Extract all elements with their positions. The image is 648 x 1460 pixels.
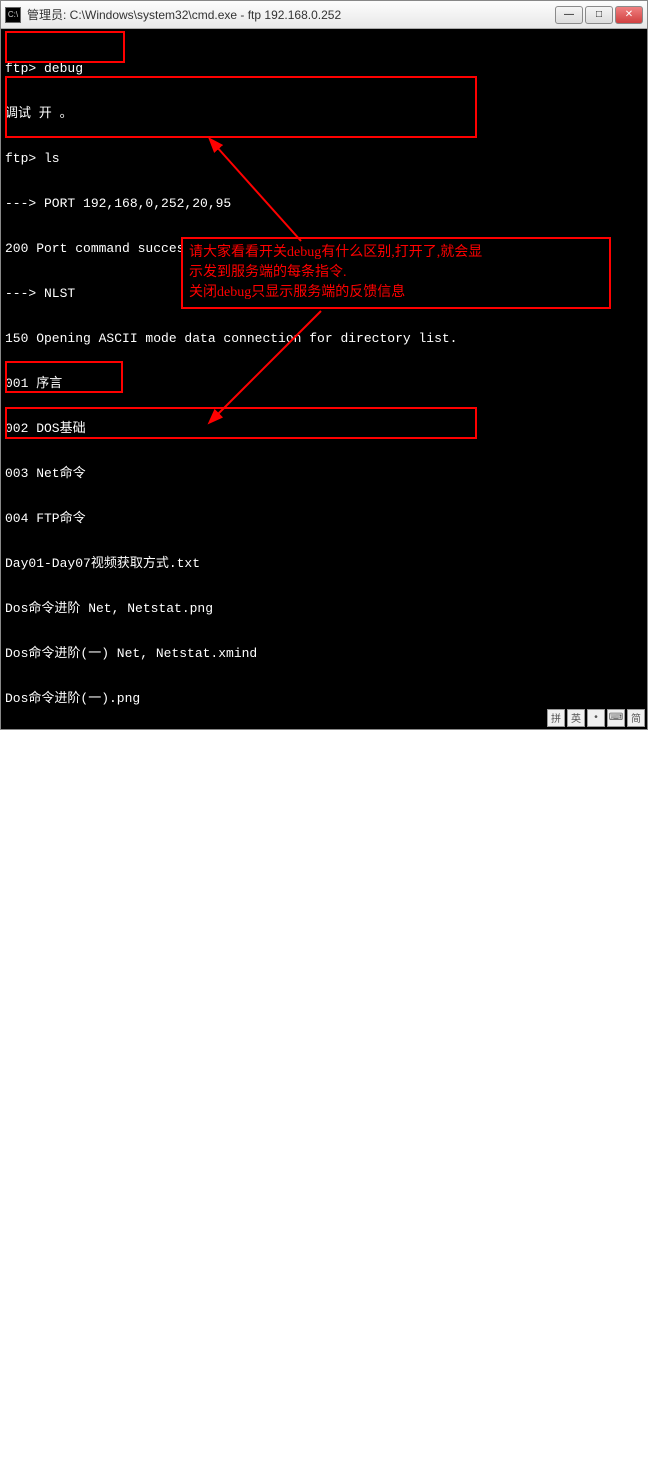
output-line: 调试 关 。	[5, 1096, 643, 1111]
output-line: 基础DOS命令.xmind	[5, 781, 643, 796]
window-icon: C:\	[5, 7, 21, 23]
titlebar[interactable]: C:\ 管理员: C:\Windows\system32\cmd.exe - f…	[1, 1, 647, 29]
output-line: Dos命令进阶(一).png	[5, 691, 643, 706]
output-line: 200 Port command successful.	[5, 1186, 643, 1201]
output-line: 键盘图.jpg	[5, 916, 643, 931]
prompt-line: ftp> ls	[5, 151, 643, 166]
output-line: linux常用命令.jpg	[5, 736, 643, 751]
output-line: 003 Net命令	[5, 1366, 643, 1381]
output-line: 调试 开 。	[5, 106, 643, 121]
output-line: 150 Opening ASCII mode data connection f…	[5, 331, 643, 346]
annotation-box: 请大家看看开关debug有什么区别,打开了,就会显 示发到服务端的每条指令. 关…	[181, 237, 611, 309]
maximize-button[interactable]: □	[585, 6, 613, 24]
ime-status-bar: 拼 英 • ⌨ 简	[545, 707, 647, 729]
cmd-window: C:\ 管理员: C:\Windows\system32\cmd.exe - f…	[0, 0, 648, 730]
annotation-line: 关闭debug只显示服务端的反馈信息	[189, 283, 603, 303]
output-line: 001 序言	[5, 1276, 643, 1291]
output-line: ---> PORT 192,168,0,252,20,95	[5, 196, 643, 211]
output-line: 226 Transfer complete.	[5, 961, 643, 976]
close-button[interactable]: ✕	[615, 6, 643, 24]
ime-icon[interactable]: •	[587, 709, 605, 727]
ime-icon[interactable]: 拼	[547, 709, 565, 727]
output-line: 计算机基本操作.jpg	[5, 826, 643, 841]
output-line: 004 FTP命令	[5, 511, 643, 526]
output-line: 001 序言	[5, 376, 643, 391]
output-line: Day01-Day07视频获取方式.txt	[5, 556, 643, 571]
output-line: 002 DOS基础	[5, 1321, 643, 1336]
ime-icon[interactable]: ⌨	[607, 709, 625, 727]
output-line: Dos命令进阶(一) Net, Netstat.xmind	[5, 646, 643, 661]
output-line: 计算机基本操作.xmind	[5, 871, 643, 886]
annotation-line: 请大家看看开关debug有什么区别,打开了,就会显	[189, 243, 603, 263]
prompt-line: ftp> debug	[5, 61, 643, 76]
output-line: 002 DOS基础	[5, 421, 643, 436]
prompt-line: ftp> debug	[5, 1051, 643, 1066]
ime-icon[interactable]: 简	[627, 709, 645, 727]
title-text: C:\Windows\system32\cmd.exe - ftp 192.16…	[70, 8, 341, 22]
window-title: 管理员: C:\Windows\system32\cmd.exe - ftp 1…	[27, 6, 555, 23]
output-line: 003 Net命令	[5, 466, 643, 481]
output-line: ftp: 收到 257 字节，用时 0.00秒 128.50千字节/秒。	[5, 1006, 643, 1021]
output-line: 150 Opening ASCII mode data connection f…	[5, 1231, 643, 1246]
annotation-line: 示发到服务端的每条指令.	[189, 263, 603, 283]
output-line: Dos命令进阶 Net, Netstat.png	[5, 601, 643, 616]
window-buttons: — □ ✕	[555, 6, 643, 24]
prompt-line: ftp> ls	[5, 1141, 643, 1156]
output-line: Day01-Day07视频获取方式.txt	[5, 1456, 643, 1460]
icon-text: C:\	[8, 10, 18, 19]
minimize-button[interactable]: —	[555, 6, 583, 24]
ime-icon[interactable]: 英	[567, 709, 585, 727]
output-line: 004 FTP命令	[5, 1411, 643, 1426]
title-prefix: 管理员:	[27, 8, 70, 22]
